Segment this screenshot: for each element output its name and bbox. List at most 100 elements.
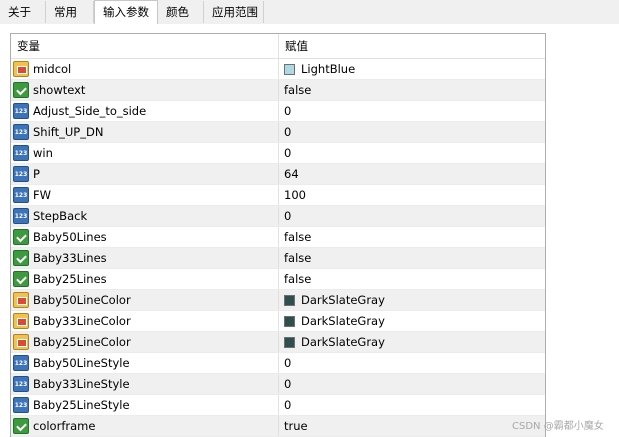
number-type-icon	[13, 355, 29, 371]
table-row[interactable]: Baby50LineColor DarkSlateGray	[11, 290, 545, 311]
parameter-value-cell[interactable]: 0	[279, 206, 545, 226]
parameter-value-cell[interactable]: false	[279, 80, 545, 100]
parameter-value: DarkSlateGray	[301, 314, 385, 328]
parameter-value: DarkSlateGray	[301, 293, 385, 307]
table-row[interactable]: Baby25Lines false	[11, 269, 545, 290]
table-row[interactable]: Shift_UP_DN 0	[11, 122, 545, 143]
table-row[interactable]: win 0	[11, 143, 545, 164]
parameter-name-cell: Baby25Lines	[11, 269, 279, 289]
color-swatch	[284, 337, 295, 348]
number-type-icon	[13, 376, 29, 392]
parameter-name: colorframe	[33, 419, 96, 433]
column-header-variable[interactable]: 变量	[11, 34, 279, 58]
parameter-name-cell: Baby25LineStyle	[11, 395, 279, 415]
column-header-value[interactable]: 赋值	[279, 34, 545, 58]
parameter-value: 0	[284, 209, 292, 223]
parameter-value: false	[284, 272, 312, 286]
number-type-icon	[13, 103, 29, 119]
inputs-panel: 变量 赋值 midcol LightBlue showtext false Adjust…	[0, 24, 619, 437]
parameter-value-cell[interactable]: DarkSlateGray	[279, 290, 545, 310]
parameters-grid: 变量 赋值 midcol LightBlue showtext false Adjust…	[10, 33, 546, 437]
parameter-value-cell[interactable]: false	[279, 227, 545, 247]
color-type-icon	[13, 61, 29, 77]
parameter-value-cell[interactable]: DarkSlateGray	[279, 311, 545, 331]
table-row[interactable]: Baby33LineColor DarkSlateGray	[11, 311, 545, 332]
parameter-name: Baby33LineStyle	[33, 377, 130, 391]
tab-common[interactable]: 常用	[46, 1, 94, 23]
parameter-value-cell[interactable]: 64	[279, 164, 545, 184]
parameter-name-cell: showtext	[11, 80, 279, 100]
boolean-type-icon	[13, 229, 29, 245]
table-row[interactable]: Adjust_Side_to_side 0	[11, 101, 545, 122]
color-type-icon	[13, 334, 29, 350]
number-type-icon	[13, 124, 29, 140]
boolean-type-icon	[13, 418, 29, 434]
grid-rows: midcol LightBlue showtext false Adjust_Side_…	[11, 59, 545, 437]
table-row[interactable]: Baby50Lines false	[11, 227, 545, 248]
parameter-name: Shift_UP_DN	[33, 125, 104, 139]
table-row[interactable]: StepBack 0	[11, 206, 545, 227]
parameter-value: 0	[284, 146, 292, 160]
parameter-value-cell[interactable]: 100	[279, 185, 545, 205]
parameter-value: 0	[284, 104, 292, 118]
parameter-value-cell[interactable]: false	[279, 269, 545, 289]
parameter-value-cell[interactable]: LightBlue	[279, 59, 545, 79]
color-swatch	[284, 64, 295, 75]
table-row[interactable]: colorframe true	[11, 416, 545, 437]
color-swatch	[284, 316, 295, 327]
parameter-name: StepBack	[33, 209, 88, 223]
parameter-name: Adjust_Side_to_side	[33, 104, 147, 118]
parameter-value-cell[interactable]: 0	[279, 143, 545, 163]
parameter-value: false	[284, 83, 312, 97]
parameter-value-cell[interactable]: false	[279, 248, 545, 268]
table-row[interactable]: Baby33Lines false	[11, 248, 545, 269]
parameter-name-cell: P	[11, 164, 279, 184]
boolean-type-icon	[13, 271, 29, 287]
number-type-icon	[13, 397, 29, 413]
parameter-name: showtext	[33, 83, 86, 97]
parameter-value: 0	[284, 377, 292, 391]
parameter-value-cell[interactable]: 0	[279, 374, 545, 394]
parameter-value-cell[interactable]: DarkSlateGray	[279, 332, 545, 352]
parameter-name-cell: Adjust_Side_to_side	[11, 101, 279, 121]
parameter-value-cell[interactable]: 0	[279, 122, 545, 142]
parameter-value: 100	[284, 188, 306, 202]
tab-inputs[interactable]: 输入参数	[94, 0, 158, 25]
parameter-value-cell[interactable]: 0	[279, 353, 545, 373]
tab-colors[interactable]: 颜色	[158, 1, 204, 23]
parameter-name: Baby50LineColor	[33, 293, 131, 307]
parameter-name: FW	[33, 188, 51, 202]
table-row[interactable]: Baby25LineStyle 0	[11, 395, 545, 416]
table-row[interactable]: midcol LightBlue	[11, 59, 545, 80]
table-row[interactable]: Baby33LineStyle 0	[11, 374, 545, 395]
parameter-name-cell: Baby33Lines	[11, 248, 279, 268]
tab-about[interactable]: 关于	[0, 1, 46, 23]
parameter-name: midcol	[33, 62, 72, 76]
table-row[interactable]: Baby25LineColor DarkSlateGray	[11, 332, 545, 353]
table-row[interactable]: Baby50LineStyle 0	[11, 353, 545, 374]
number-type-icon	[13, 166, 29, 182]
parameter-name: Baby25LineColor	[33, 335, 131, 349]
parameter-value-cell[interactable]: true	[279, 416, 545, 436]
table-row[interactable]: showtext false	[11, 80, 545, 101]
parameter-name: Baby50LineStyle	[33, 356, 130, 370]
parameter-name: win	[33, 146, 53, 160]
tab-visualization[interactable]: 应用范围	[204, 1, 264, 23]
color-type-icon	[13, 292, 29, 308]
parameter-value-cell[interactable]: 0	[279, 101, 545, 121]
tab-bar: 关于 常用 输入参数 颜色 应用范围	[0, 0, 619, 25]
parameter-name: Baby33Lines	[33, 251, 107, 265]
table-row[interactable]: FW 100	[11, 185, 545, 206]
parameter-name: Baby33LineColor	[33, 314, 131, 328]
parameter-name-cell: Shift_UP_DN	[11, 122, 279, 142]
parameter-name: Baby50Lines	[33, 230, 107, 244]
grid-header: 变量 赋值	[11, 34, 545, 59]
color-swatch	[284, 295, 295, 306]
parameter-value: false	[284, 251, 312, 265]
parameter-value: DarkSlateGray	[301, 335, 385, 349]
parameter-name: Baby25LineStyle	[33, 398, 130, 412]
parameter-value-cell[interactable]: 0	[279, 395, 545, 415]
table-row[interactable]: P 64	[11, 164, 545, 185]
parameter-value: 0	[284, 356, 292, 370]
parameter-name: P	[33, 167, 40, 181]
